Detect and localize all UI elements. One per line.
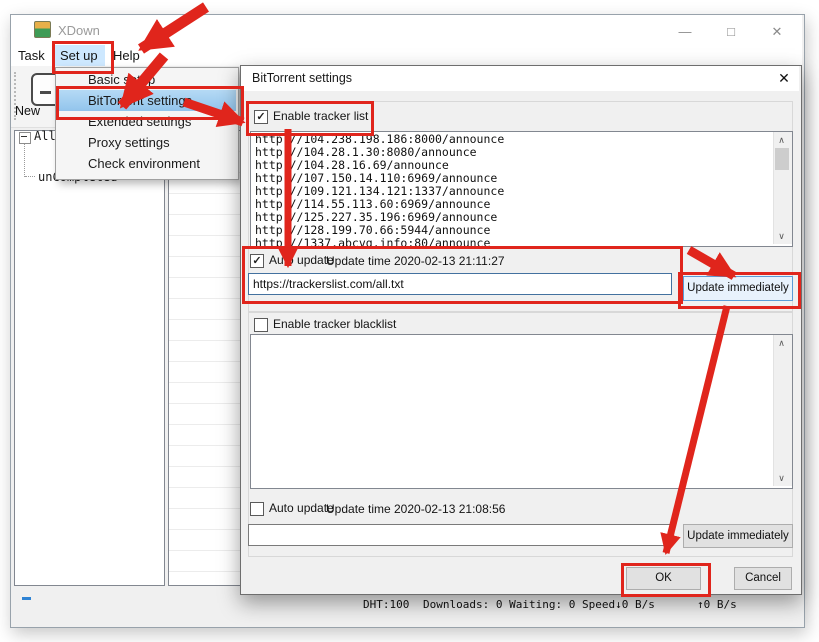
status-dht: DHT:100: [363, 598, 409, 611]
menu-item-check-environment[interactable]: Check environment: [56, 153, 236, 174]
tracker-source-url-input[interactable]: [248, 273, 672, 295]
blacklist-auto-update-checkbox[interactable]: [250, 502, 264, 516]
update-immediately-button[interactable]: Update immediately: [683, 276, 793, 301]
new-task-button[interactable]: New: [15, 104, 40, 118]
tracker-url-list: http://104.238.198.186:8000/announcehttp…: [255, 133, 504, 247]
auto-update-checkbox[interactable]: ✓: [250, 254, 264, 268]
status-blue-dash: [22, 597, 31, 600]
status-speed-down: Speed↓0 B/s: [582, 598, 655, 611]
enable-tracker-blacklist-checkbox[interactable]: [254, 318, 268, 332]
update-time-value: 2020-02-13 21:11:27: [394, 254, 505, 268]
blacklist-update-immediately-button[interactable]: Update immediately: [683, 524, 793, 548]
menu-item-proxy-settings[interactable]: Proxy settings: [56, 132, 236, 153]
menu-item-extended-settings[interactable]: Extended settings: [56, 111, 236, 132]
tree-root-all[interactable]: All: [34, 129, 56, 143]
menu-help[interactable]: Help: [113, 46, 140, 65]
blacklist-source-url-input[interactable]: [248, 524, 672, 546]
update-time-label: Update time: [326, 254, 391, 268]
menu-task[interactable]: Task: [18, 46, 45, 65]
enable-tracker-list-checkbox[interactable]: ✓: [254, 110, 268, 124]
scroll-down-icon[interactable]: ∨: [773, 470, 790, 486]
menu-item-basic-setup[interactable]: Basic setup: [56, 69, 236, 90]
dialog-close-button[interactable]: ✕: [774, 69, 794, 87]
enable-tracker-list-label: Enable tracker list: [273, 109, 368, 123]
tree-connector-v: [24, 144, 26, 177]
close-button[interactable]: ✕: [760, 22, 794, 42]
category-tree-panel: [14, 130, 165, 586]
close-icon: ✕: [772, 24, 783, 39]
status-downloads: Downloads: 0 Waiting: 0: [423, 598, 575, 611]
screen: XDown — □ ✕ Task Set up Help New All unC…: [0, 0, 819, 642]
menu-set-up[interactable]: Set up: [53, 45, 105, 66]
tree-connector-h: [25, 176, 35, 178]
maximize-button[interactable]: □: [714, 22, 748, 42]
blacklist-update-time-label: Update time: [326, 502, 391, 516]
ok-button[interactable]: OK: [626, 567, 701, 590]
scroll-down-icon[interactable]: ∨: [773, 228, 790, 244]
scrollbar-thumb[interactable]: [775, 148, 789, 170]
dialog-title: BitTorrent settings: [252, 71, 352, 85]
menu-item-bittorrent-settings[interactable]: BitTorrent settings: [56, 90, 236, 111]
tracker-list-textarea[interactable]: http://104.238.198.186:8000/announcehttp…: [250, 131, 793, 247]
tree-collapse-minus: [21, 136, 27, 137]
minimize-icon: —: [679, 24, 692, 39]
window-title: XDown: [58, 23, 100, 38]
status-speed-up: ↑0 B/s: [697, 598, 737, 611]
check-icon: ✓: [256, 111, 265, 123]
maximize-icon: □: [727, 24, 735, 39]
scroll-up-icon[interactable]: ∧: [773, 132, 790, 148]
minimize-button[interactable]: —: [668, 22, 702, 42]
cancel-button[interactable]: Cancel: [734, 567, 792, 590]
scroll-up-icon[interactable]: ∧: [773, 335, 790, 351]
new-task-icon-dash: [40, 91, 51, 94]
dialog-close-icon: ✕: [778, 70, 790, 86]
blacklist-update-time-value: 2020-02-13 21:08:56: [394, 502, 505, 516]
tracker-url: http://1337.abcvg.info:80/announce: [255, 237, 504, 247]
enable-tracker-blacklist-label: Enable tracker blacklist: [273, 317, 396, 331]
blacklist-auto-update-label: Auto update: [269, 501, 334, 515]
tree-collapse-icon[interactable]: [19, 132, 31, 144]
tracker-blacklist-textarea[interactable]: [250, 334, 793, 489]
check-icon: ✓: [252, 255, 261, 267]
auto-update-label: Auto update: [269, 253, 334, 267]
blacklist-scrollbar[interactable]: [773, 335, 792, 486]
app-icon: [34, 21, 51, 38]
